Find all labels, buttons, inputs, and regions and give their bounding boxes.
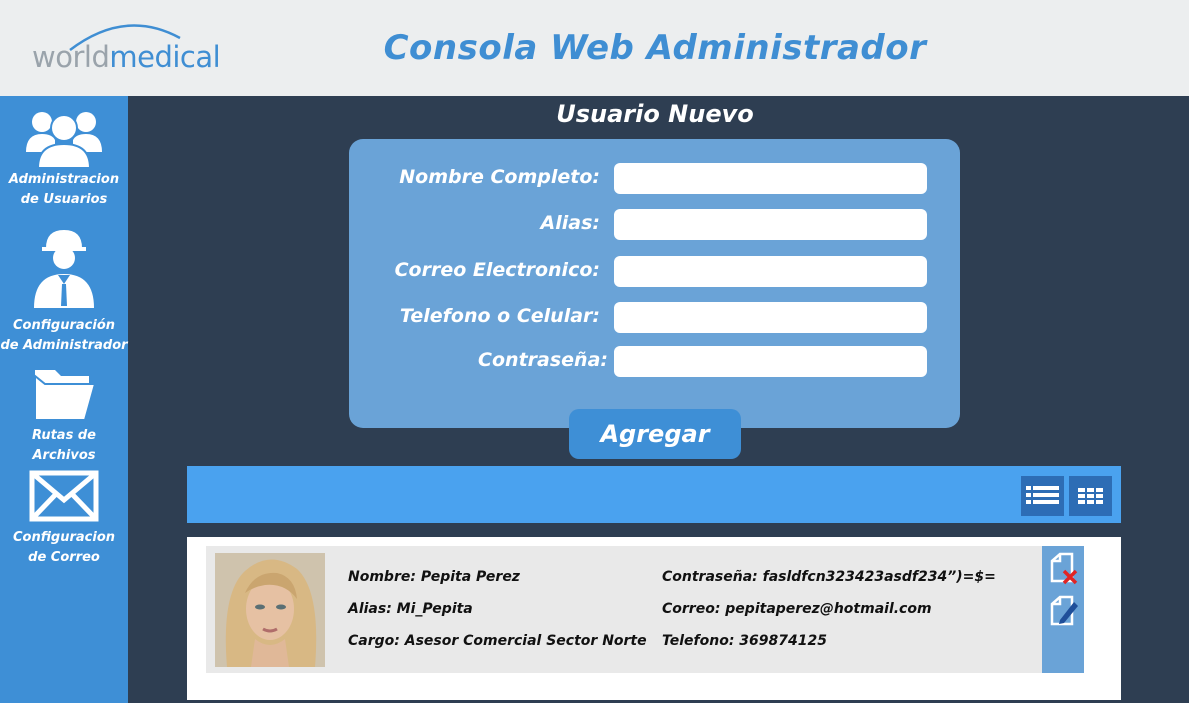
logo-text: worldmedical — [32, 40, 221, 74]
card-actions — [1042, 546, 1084, 673]
sidebar-item-mail-config[interactable]: Configuracion de Correo — [0, 470, 128, 568]
full-name-field[interactable] — [614, 163, 927, 194]
mail-icon — [29, 470, 99, 522]
user-name: Nombre: Pepita Perez — [348, 569, 520, 585]
form-row-alias: Alias: — [349, 209, 960, 240]
email-field[interactable] — [614, 256, 927, 287]
sidebar-item-file-paths[interactable]: Rutas de Archivos — [0, 364, 128, 466]
password-label: Contraseña: — [478, 349, 608, 371]
user-password: Contraseña: fasldfcn323423asdf234”)=$= — [662, 569, 996, 585]
sidebar-item-label: de Usuarios — [20, 192, 108, 207]
admin-icon — [34, 230, 94, 308]
edit-document-icon — [1050, 595, 1078, 626]
sidebar-item-label: Configuracion — [12, 530, 116, 545]
logo-world-text: world — [32, 40, 110, 74]
list-view-button[interactable] — [1021, 476, 1064, 516]
form-title: Usuario Nuevo — [556, 100, 754, 128]
list-view-icon — [1026, 486, 1059, 504]
delete-user-button[interactable] — [1046, 551, 1080, 585]
sidebar-item-label: Administracion — [8, 172, 120, 187]
user-photo — [215, 553, 325, 667]
sidebar-item-admin-config[interactable]: Configuración de Administrador — [0, 228, 128, 356]
app-header: worldmedical Consola Web Administrador — [0, 0, 1189, 96]
grid-view-button[interactable] — [1069, 476, 1112, 516]
list-item: Nombre: Pepita Perez Alias: Mi_Pepita Ca… — [206, 546, 1061, 673]
folder-icon — [34, 370, 97, 421]
phone-field[interactable] — [614, 302, 927, 333]
users-icon — [26, 112, 102, 169]
sidebar-item-label: Archivos — [32, 448, 96, 463]
full-name-label: Nombre Completo: — [399, 166, 600, 188]
worldmedical-logo[interactable]: worldmedical — [30, 16, 221, 78]
alias-field[interactable] — [614, 209, 927, 240]
user-role: Cargo: Asesor Comercial Sector Norte — [348, 633, 647, 649]
user-phone: Telefono: 369874125 — [662, 633, 827, 649]
sidebar-item-label: de Correo — [28, 550, 100, 565]
form-row-phone: Telefono o Celular: — [349, 302, 960, 333]
sidebar: Administracion de Usuarios Configuración… — [0, 96, 128, 703]
email-label: Correo Electronico: — [394, 259, 600, 281]
sidebar-item-label: de Administrador — [0, 338, 128, 353]
user-list: Nombre: Pepita Perez Alias: Mi_Pepita Ca… — [187, 537, 1121, 700]
form-row-full-name: Nombre Completo: — [349, 163, 960, 194]
form-row-email: Correo Electronico: — [349, 256, 960, 287]
sidebar-item-label: Rutas de — [32, 428, 96, 443]
grid-view-icon — [1078, 488, 1103, 504]
new-user-form: Nombre Completo: Alias: Correo Electroni… — [349, 139, 960, 428]
alias-label: Alias: — [540, 212, 600, 234]
logo-medical-text: medical — [109, 40, 221, 74]
edit-user-button[interactable] — [1046, 593, 1080, 627]
delete-document-icon — [1050, 552, 1078, 585]
avatar — [215, 553, 325, 667]
phone-label: Telefono o Celular: — [399, 305, 600, 327]
add-user-button[interactable]: Agregar — [569, 409, 741, 459]
form-row-password: Contraseña: — [349, 346, 960, 377]
user-email: Correo: pepitaperez@hotmail.com — [662, 601, 932, 617]
sidebar-item-user-admin[interactable]: Administracion de Usuarios — [0, 104, 128, 210]
password-field[interactable] — [614, 346, 927, 377]
user-alias: Alias: Mi_Pepita — [348, 601, 473, 617]
sidebar-item-label: Configuración — [12, 318, 116, 333]
list-toolbar — [187, 466, 1121, 523]
page-title: Consola Web Administrador — [383, 28, 927, 68]
